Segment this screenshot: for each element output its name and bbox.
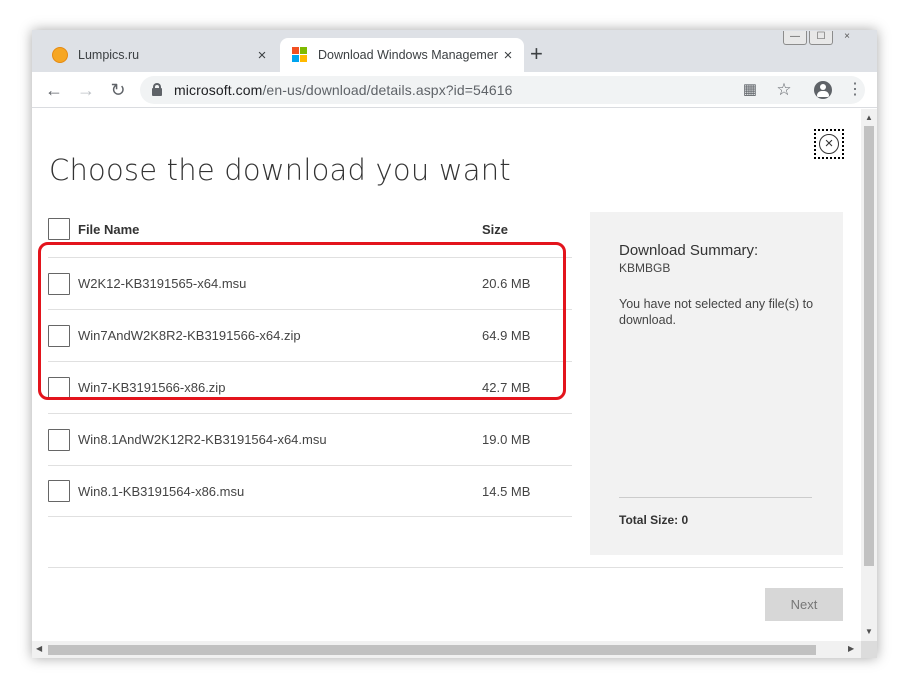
tab-strip: Lumpics.ru × Download Windows Management… xyxy=(32,30,877,72)
file-checkbox[interactable] xyxy=(48,428,70,451)
lock-icon xyxy=(152,83,162,96)
file-name: Win7AndW2K8R2-KB3191566-x64.zip xyxy=(78,328,301,343)
minimize-button[interactable]: — xyxy=(783,31,807,45)
file-checkbox[interactable] xyxy=(48,376,70,399)
scroll-right-icon[interactable]: ▶ xyxy=(848,644,854,653)
table-row[interactable]: W2K12-KB3191565-x64.msu 20.6 MB xyxy=(48,257,572,309)
next-button[interactable]: Next xyxy=(765,588,843,621)
orange-circle-icon xyxy=(52,47,68,63)
file-name: W2K12-KB3191565-x64.msu xyxy=(78,276,247,291)
table-row[interactable]: Win7-KB3191566-x86.zip 42.7 MB xyxy=(48,361,572,413)
file-size: 64.9 MB xyxy=(482,328,531,343)
scrollbar-corner xyxy=(861,641,877,658)
maximize-button[interactable]: ☐ xyxy=(809,31,833,45)
close-circle-icon: × xyxy=(819,134,839,154)
file-size: 42.7 MB xyxy=(482,380,531,395)
vertical-scrollbar[interactable]: ▲ ▼ xyxy=(861,109,877,641)
total-size: Total Size: 0 xyxy=(619,513,689,527)
download-summary-panel: Download Summary: KBMBGB You have not se… xyxy=(590,212,843,555)
tab-close-icon[interactable]: × xyxy=(252,47,272,64)
file-checkbox[interactable] xyxy=(48,480,70,502)
new-tab-button[interactable]: + xyxy=(530,43,543,65)
back-arrow-icon[interactable]: ← xyxy=(44,80,64,100)
table-header: File Name Size xyxy=(48,213,572,245)
tab-title: Download Windows Management xyxy=(318,48,498,62)
summary-title: Download Summary: xyxy=(619,242,759,259)
tab-download[interactable]: Download Windows Management × xyxy=(280,38,524,72)
window-controls: — ☐ × xyxy=(783,31,859,45)
tab-title: Lumpics.ru xyxy=(78,48,140,62)
file-name: Win8.1-KB3191564-x86.msu xyxy=(78,483,245,499)
footer-divider xyxy=(48,567,843,568)
select-all-checkbox[interactable] xyxy=(48,218,70,240)
reload-icon[interactable]: ↻ xyxy=(108,80,128,100)
browser-toolbar: ← → ↻ microsoft.com/en-us/download/detai… xyxy=(32,72,877,108)
scroll-up-icon[interactable]: ▲ xyxy=(865,113,873,122)
address-bar[interactable]: microsoft.com/en-us/download/details.asp… xyxy=(140,76,865,104)
browser-window: Lumpics.ru × Download Windows Management… xyxy=(32,30,877,658)
file-checkbox[interactable] xyxy=(48,324,70,347)
url-text[interactable]: microsoft.com/en-us/download/details.asp… xyxy=(174,82,512,98)
file-size: 20.6 MB xyxy=(482,276,531,291)
tab-close-icon[interactable]: × xyxy=(498,47,518,64)
forward-arrow-icon[interactable]: → xyxy=(76,80,96,100)
tab-lumpics[interactable]: Lumpics.ru × xyxy=(40,38,278,72)
summary-units: KBMBGB xyxy=(619,261,671,275)
file-name: Win7-KB3191566-x86.zip xyxy=(78,380,226,395)
table-row[interactable]: Win7AndW2K8R2-KB3191566-x64.zip 64.9 MB xyxy=(48,309,572,361)
translate-icon[interactable]: ▦ xyxy=(740,80,760,100)
microsoft-logo-icon xyxy=(292,47,308,63)
page-title: Choose the download you want xyxy=(49,153,511,187)
summary-divider xyxy=(619,497,812,498)
file-size: 14.5 MB xyxy=(482,483,531,499)
menu-dots-icon[interactable]: ⋮ xyxy=(846,81,864,99)
scroll-down-icon[interactable]: ▼ xyxy=(865,627,873,636)
table-row[interactable]: Win8.1AndW2K12R2-KB3191564-x64.msu 19.0 … xyxy=(48,413,572,465)
table-row[interactable]: Win8.1-KB3191564-x86.msu 14.5 MB xyxy=(48,465,572,517)
page-content: × Choose the download you want File Name… xyxy=(32,109,861,641)
file-name: Win8.1AndW2K12R2-KB3191564-x64.msu xyxy=(78,432,327,447)
star-icon[interactable]: ☆ xyxy=(774,80,794,100)
file-table: File Name Size W2K12-KB3191565-x64.msu 2… xyxy=(48,213,572,517)
horizontal-scroll-thumb[interactable] xyxy=(48,645,816,655)
file-size: 19.0 MB xyxy=(482,432,531,447)
column-size: Size xyxy=(482,221,509,237)
scroll-left-icon[interactable]: ◀ xyxy=(36,644,42,653)
close-window-button[interactable]: × xyxy=(835,31,859,45)
vertical-scroll-thumb[interactable] xyxy=(864,126,874,566)
summary-message: You have not selected any file(s) to dow… xyxy=(619,297,814,327)
horizontal-scrollbar[interactable]: ◀ ▶ xyxy=(32,641,861,658)
column-file-name: File Name xyxy=(78,221,140,237)
file-checkbox[interactable] xyxy=(48,272,70,295)
profile-icon[interactable] xyxy=(814,81,832,99)
dialog-close-button[interactable]: × xyxy=(814,129,844,159)
